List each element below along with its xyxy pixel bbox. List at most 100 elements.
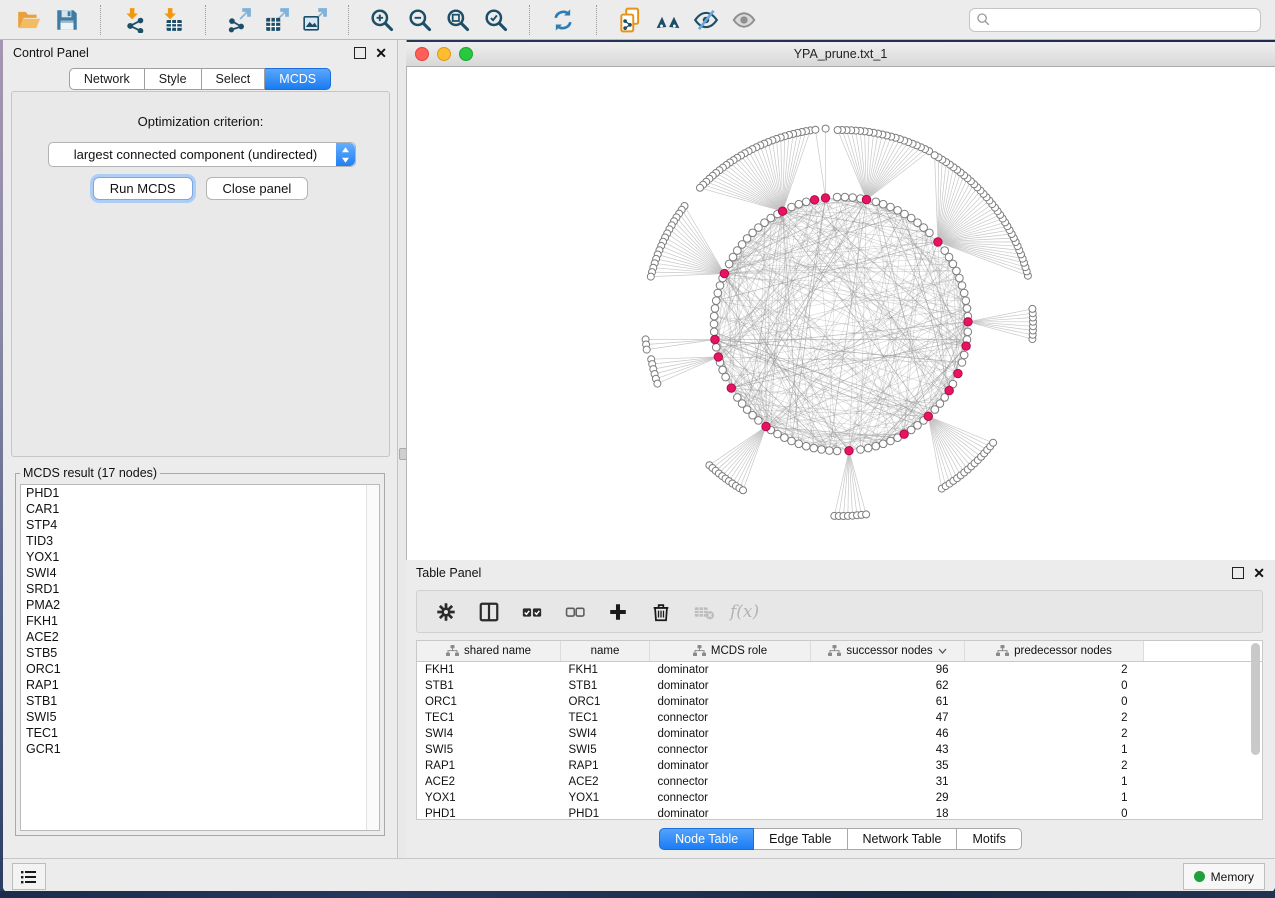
table-cell[interactable]: 46 xyxy=(811,726,965,742)
graph-mcds-node[interactable] xyxy=(810,196,818,204)
table-cell[interactable]: 2 xyxy=(965,726,1144,742)
run-mcds-button[interactable]: Run MCDS xyxy=(93,177,193,200)
graph-node[interactable] xyxy=(958,359,966,367)
graph-node[interactable] xyxy=(716,282,724,290)
delete-column-button[interactable] xyxy=(644,595,678,629)
mcds-result-item[interactable]: SWI4 xyxy=(21,565,379,581)
mcds-list-scrollbar[interactable] xyxy=(366,485,379,830)
export-image-button[interactable] xyxy=(296,4,334,36)
table-cell[interactable]: ORC1 xyxy=(561,694,650,710)
graph-node[interactable] xyxy=(818,446,826,454)
graph-node[interactable] xyxy=(841,193,849,201)
graph-mcds-node[interactable] xyxy=(720,269,728,277)
table-cell[interactable]: 2 xyxy=(965,710,1144,726)
table-cell[interactable]: 29 xyxy=(811,790,965,806)
zoom-in-button[interactable] xyxy=(363,4,401,36)
graph-leaf-node[interactable] xyxy=(643,346,650,353)
graph-mcds-node[interactable] xyxy=(862,195,870,203)
graph-mcds-node[interactable] xyxy=(964,318,972,326)
graph-node[interactable] xyxy=(826,447,834,455)
float-panel-icon[interactable] xyxy=(354,47,366,59)
table-row[interactable]: YOX1YOX1connector291 xyxy=(417,790,1263,806)
graph-node[interactable] xyxy=(795,440,803,448)
delete-table-button[interactable] xyxy=(687,595,721,629)
graph-node[interactable] xyxy=(781,434,789,442)
mcds-result-item[interactable]: TID3 xyxy=(21,533,379,549)
mcds-result-item[interactable]: ACE2 xyxy=(21,629,379,645)
table-cell[interactable]: dominator xyxy=(650,678,811,694)
mcds-result-item[interactable]: GCR1 xyxy=(21,741,379,757)
graph-node[interactable] xyxy=(849,194,857,202)
mcds-result-item[interactable]: SRD1 xyxy=(21,581,379,597)
unselect-all-columns-button[interactable] xyxy=(558,595,592,629)
graph-node[interactable] xyxy=(802,442,810,450)
table-cell[interactable]: PHD1 xyxy=(417,806,561,820)
graph-node[interactable] xyxy=(864,444,872,452)
graph-node[interactable] xyxy=(714,289,722,297)
toggle-style-button[interactable] xyxy=(687,4,725,36)
criterion-dropdown[interactable]: largest connected component (undirected) xyxy=(48,142,356,167)
tab-edge-table[interactable]: Edge Table xyxy=(754,828,847,850)
table-options-button[interactable] xyxy=(429,595,463,629)
table-cell[interactable]: 96 xyxy=(811,662,965,679)
task-history-button[interactable] xyxy=(12,863,46,890)
graph-node[interactable] xyxy=(710,320,718,328)
table-cell[interactable]: ORC1 xyxy=(417,694,561,710)
table-row[interactable]: STB1STB1dominator620 xyxy=(417,678,1263,694)
graph-node[interactable] xyxy=(956,274,964,282)
graph-node[interactable] xyxy=(725,260,733,268)
mcds-result-item[interactable]: CAR1 xyxy=(21,501,379,517)
table-row[interactable]: SWI5SWI5connector431 xyxy=(417,742,1263,758)
column-header-successor-nodes[interactable]: successor nodes xyxy=(811,641,965,662)
graph-node[interactable] xyxy=(712,297,720,305)
table-cell[interactable]: RAP1 xyxy=(561,758,650,774)
graph-node[interactable] xyxy=(795,200,803,208)
graph-node[interactable] xyxy=(729,253,737,261)
table-cell[interactable]: 1 xyxy=(965,790,1144,806)
graph-node[interactable] xyxy=(963,305,971,313)
table-cell[interactable]: 2 xyxy=(965,662,1144,679)
graph-node[interactable] xyxy=(953,267,961,275)
mcds-result-item[interactable]: STB5 xyxy=(21,645,379,661)
graph-node[interactable] xyxy=(774,430,782,438)
graph-node[interactable] xyxy=(710,328,718,336)
table-cell[interactable]: RAP1 xyxy=(417,758,561,774)
mcds-result-list[interactable]: PHD1CAR1STP4TID3YOX1SWI4SRD1PMA2FKH1ACE2… xyxy=(20,484,380,831)
table-cell[interactable]: SWI4 xyxy=(417,726,561,742)
table-cell[interactable]: PHD1 xyxy=(561,806,650,820)
toggle-bird-view-button[interactable] xyxy=(725,4,763,36)
zoom-fit-button[interactable] xyxy=(439,4,477,36)
tab-node-table[interactable]: Node Table xyxy=(659,828,754,850)
table-scrollbar-thumb[interactable] xyxy=(1251,643,1260,755)
save-session-button[interactable] xyxy=(48,4,86,36)
tab-network-table[interactable]: Network Table xyxy=(848,828,958,850)
mcds-result-item[interactable]: TEC1 xyxy=(21,725,379,741)
export-table-button[interactable] xyxy=(258,4,296,36)
graph-mcds-node[interactable] xyxy=(711,335,719,343)
graph-node[interactable] xyxy=(755,417,763,425)
mcds-result-item[interactable]: FKH1 xyxy=(21,613,379,629)
table-cell[interactable]: FKH1 xyxy=(561,662,650,679)
graph-leaf-node[interactable] xyxy=(812,126,819,133)
graph-mcds-node[interactable] xyxy=(962,342,970,350)
graph-node[interactable] xyxy=(712,344,720,352)
table-cell[interactable]: TEC1 xyxy=(417,710,561,726)
table-cell[interactable]: SWI5 xyxy=(417,742,561,758)
table-cell[interactable]: connector xyxy=(650,742,811,758)
graph-leaf-node[interactable] xyxy=(654,380,661,387)
graph-node[interactable] xyxy=(710,312,718,320)
table-cell[interactable]: SWI5 xyxy=(561,742,650,758)
table-cell[interactable]: connector xyxy=(650,774,811,790)
table-cell[interactable]: dominator xyxy=(650,662,811,679)
graph-mcds-node[interactable] xyxy=(778,207,786,215)
graph-node[interactable] xyxy=(879,200,887,208)
table-cell[interactable]: 43 xyxy=(811,742,965,758)
graph-node[interactable] xyxy=(802,198,810,206)
graph-node[interactable] xyxy=(958,282,966,290)
close-table-panel-icon[interactable]: ✕ xyxy=(1253,568,1265,578)
mcds-result-item[interactable]: STP4 xyxy=(21,517,379,533)
column-header-name[interactable]: name xyxy=(561,641,650,662)
table-cell[interactable]: 0 xyxy=(965,806,1144,820)
open-session-button[interactable] xyxy=(10,4,48,36)
table-row[interactable]: SWI4SWI4dominator462 xyxy=(417,726,1263,742)
